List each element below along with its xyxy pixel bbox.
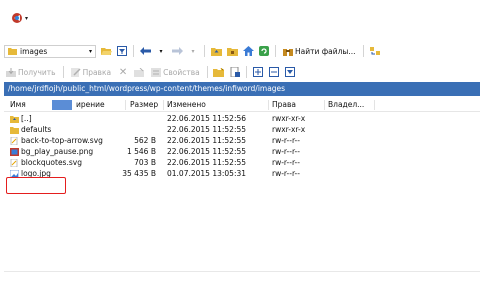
file-name: back-to-top-arrow.svg <box>21 136 103 145</box>
file-row[interactable]: logo.jpg 35 435 B 01.07.2015 13:05:31 rw… <box>4 168 480 179</box>
file-list-header: Имя ирение Размер Изменено Права Владел.… <box>4 98 480 112</box>
app-menu-button[interactable]: ▾ <box>11 11 35 25</box>
forward-arrow-icon[interactable] <box>171 45 183 58</box>
file-list: [..] 22.06.2015 11:52:56 rwxr-xr-x defau… <box>4 113 480 179</box>
rename-icon[interactable] <box>133 66 145 79</box>
chevron-down-icon: ▾ <box>88 47 92 55</box>
file-size <box>114 124 156 135</box>
file-size <box>114 113 156 124</box>
get-button[interactable]: Получить <box>4 66 58 79</box>
file-rights: rw-r--r-- <box>272 169 300 178</box>
edit-label: Правка <box>82 67 112 77</box>
file-row[interactable]: defaults 22.06.2015 11:52:55 rwxr-xr-x <box>4 124 480 135</box>
file-modified: 22.06.2015 11:52:56 <box>167 114 247 123</box>
root-folder-icon[interactable] <box>226 45 238 58</box>
column-divider <box>268 100 269 110</box>
file-row[interactable]: blockquotes.svg 703 B 22.06.2015 11:52:5… <box>4 157 480 168</box>
select-all-icon[interactable] <box>252 66 264 79</box>
get-label: Получить <box>18 67 56 77</box>
toolbar-navigation: images ▾ ▾ ▾ Найти файлы... <box>4 42 480 60</box>
file-row[interactable]: back-to-top-arrow.svg 562 B 22.06.2015 1… <box>4 135 480 146</box>
folder-up-icon <box>10 115 19 123</box>
png-file-icon <box>10 147 19 156</box>
file-size: 1 546 B <box>126 147 156 156</box>
file-rights: rw-r--r-- <box>272 147 300 156</box>
filter-icon[interactable] <box>116 45 128 58</box>
sync-browse-icon[interactable] <box>369 45 381 58</box>
edit-icon <box>70 67 81 77</box>
toolbar-separator <box>245 66 247 78</box>
file-rights: rwxr-xr-x <box>272 114 306 123</box>
column-header-extension[interactable]: ирение <box>76 98 105 112</box>
chevron-down-icon[interactable]: ▾ <box>187 45 199 58</box>
toolbar-separator <box>133 45 134 57</box>
column-divider <box>125 100 126 110</box>
file-size: 35 435 B <box>122 169 156 178</box>
properties-button[interactable]: Свойства <box>149 66 202 79</box>
file-name: defaults <box>21 125 52 134</box>
delete-icon[interactable]: ✕ <box>117 66 129 79</box>
file-size: 562 B <box>134 136 156 145</box>
file-row[interactable]: [..] 22.06.2015 11:52:56 rwxr-xr-x <box>4 113 480 124</box>
binoculars-icon <box>283 48 293 56</box>
folder-open-icon[interactable] <box>100 45 112 58</box>
file-name: bg_play_pause.png <box>21 147 94 156</box>
filter-mask-icon[interactable] <box>284 66 296 79</box>
edit-button[interactable]: Правка <box>69 66 114 79</box>
column-divider <box>163 100 164 110</box>
file-modified: 01.07.2015 13:05:31 <box>167 169 247 178</box>
path-combo-value: images <box>20 46 48 56</box>
file-name: blockquotes.svg <box>21 158 82 167</box>
home-icon[interactable] <box>242 45 254 58</box>
refresh-icon[interactable] <box>258 45 270 58</box>
file-rights: rw-r--r-- <box>272 136 300 145</box>
path-combo[interactable]: images ▾ <box>4 44 96 58</box>
svg-file-icon <box>10 136 18 145</box>
folder-icon <box>10 126 19 134</box>
new-file-icon[interactable] <box>229 66 241 79</box>
file-modified: 22.06.2015 11:52:55 <box>167 147 247 156</box>
redaction-block <box>52 100 72 110</box>
chevron-down-icon[interactable]: ▾ <box>155 45 167 58</box>
column-divider <box>324 100 325 110</box>
column-header-owner[interactable]: Владел... <box>328 98 364 112</box>
file-rights: rwxr-xr-x <box>272 125 306 134</box>
back-arrow-icon[interactable] <box>139 45 151 58</box>
properties-icon <box>151 67 162 77</box>
file-modified: 22.06.2015 11:52:55 <box>167 136 247 145</box>
title-strip <box>0 0 484 38</box>
find-files-label: Найти файлы... <box>295 46 356 56</box>
column-header-modified[interactable]: Изменено <box>167 98 206 112</box>
find-files-button[interactable]: Найти файлы... <box>281 45 358 58</box>
app-logo-icon <box>12 13 22 23</box>
column-header-size[interactable]: Размер <box>130 98 158 112</box>
toolbar-separator <box>206 66 208 78</box>
selection-highlight-box <box>6 177 66 194</box>
folder-icon <box>8 48 17 55</box>
parent-folder-icon[interactable] <box>210 45 222 58</box>
column-header-name[interactable]: Имя <box>10 98 26 112</box>
file-name: [..] <box>21 114 32 123</box>
new-folder-icon[interactable] <box>213 66 225 79</box>
file-modified: 22.06.2015 11:52:55 <box>167 158 247 167</box>
toolbar-separator <box>62 66 64 78</box>
svg-file-icon <box>10 158 18 167</box>
deselect-all-icon[interactable] <box>268 66 280 79</box>
toolbar-separator <box>275 45 276 57</box>
properties-label: Свойства <box>163 67 200 77</box>
column-divider <box>374 100 375 110</box>
column-header-rights[interactable]: Права <box>272 98 296 112</box>
current-path-bar[interactable]: /home/jrdfiojh/public_html/wordpress/wp-… <box>4 82 480 96</box>
toolbar-actions: Получить Правка ✕ Свойства <box>4 63 480 81</box>
toolbar-separator <box>362 45 364 57</box>
file-row[interactable]: bg_play_pause.png 1 546 B 22.06.2015 11:… <box>4 146 480 157</box>
file-rights: rw-r--r-- <box>272 158 300 167</box>
panel-bottom-border <box>4 271 480 272</box>
download-icon <box>6 67 16 77</box>
toolbar-separator <box>204 45 205 57</box>
file-modified: 22.06.2015 11:52:55 <box>167 125 247 134</box>
chevron-down-icon: ▾ <box>25 14 29 22</box>
file-size: 703 B <box>134 158 156 167</box>
